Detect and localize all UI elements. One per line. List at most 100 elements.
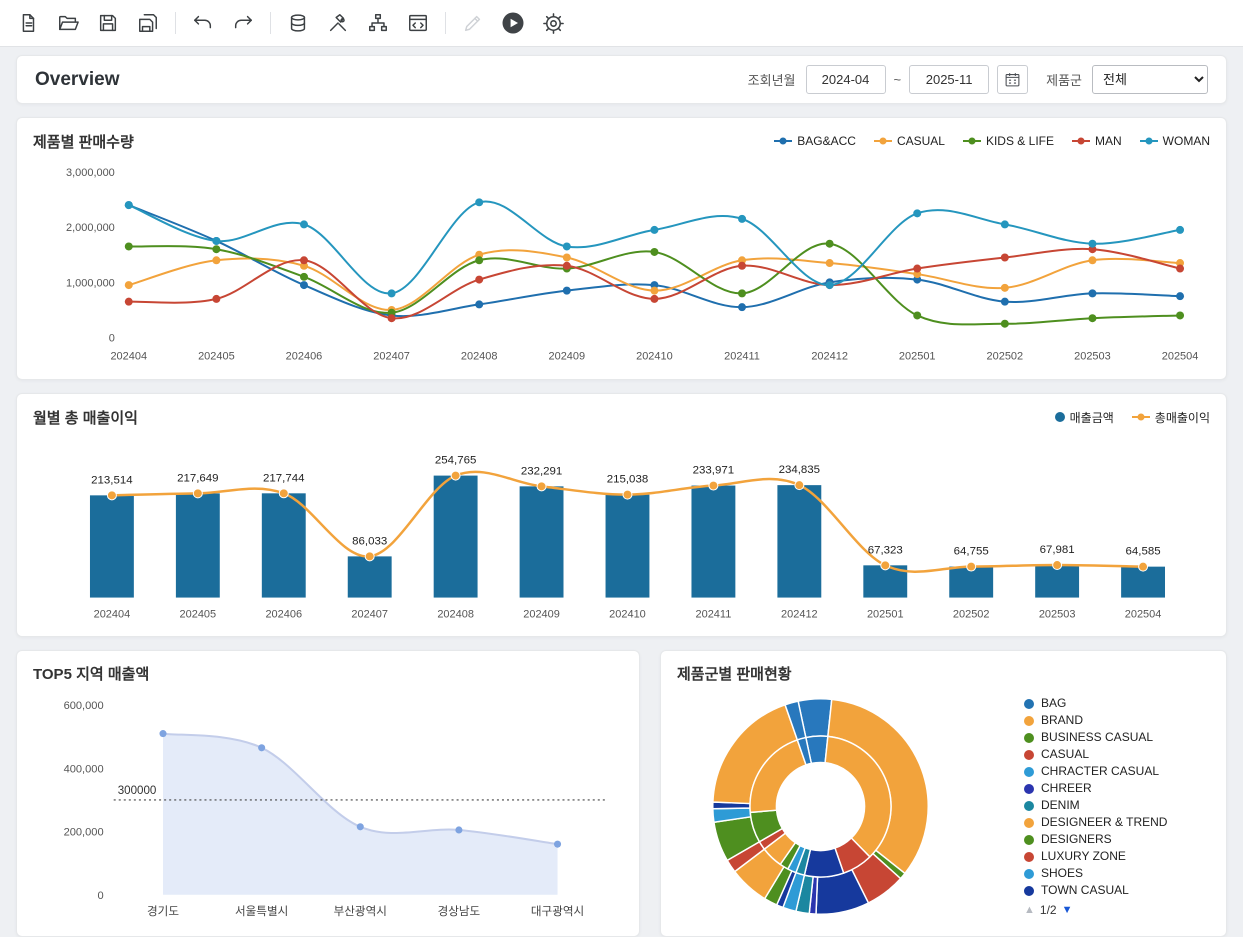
legend-item--[interactable]: 총매출이익 [1132, 409, 1210, 426]
toolbar [0, 0, 1243, 47]
legend-label: CHREER [1041, 781, 1092, 796]
donut-legend-item-chracter-casual[interactable]: CHRACTER CASUAL [1024, 763, 1204, 780]
legend-label: BUSINESS CASUAL [1041, 730, 1153, 745]
date-range-label: 조회년월 [748, 70, 796, 89]
legend-label: CASUAL [1041, 747, 1089, 762]
hierarchy-icon [367, 12, 389, 34]
date-from-input[interactable] [806, 65, 886, 94]
donut-legend-item-denim[interactable]: DENIM [1024, 797, 1204, 814]
svg-text:202502: 202502 [987, 350, 1024, 362]
save-copy-button[interactable] [130, 7, 166, 39]
legend-item--[interactable]: 매출금액 [1055, 409, 1114, 426]
legend-marker-icon [1024, 784, 1034, 794]
new-document-button[interactable] [10, 7, 46, 39]
svg-text:2,000,000: 2,000,000 [66, 222, 115, 234]
svg-text:0: 0 [109, 333, 115, 345]
legend-marker-icon [1140, 140, 1158, 142]
panel-title-top5-region: TOP5 지역 매출액 [33, 663, 149, 684]
new-document-icon [17, 12, 39, 34]
svg-text:202411: 202411 [696, 609, 732, 621]
database-button[interactable] [280, 7, 316, 39]
legend-marker-icon [1024, 699, 1034, 709]
gear-icon [542, 12, 565, 35]
toolbar-separator [270, 12, 271, 34]
donut-legend-item-bag[interactable]: BAG [1024, 695, 1204, 712]
legend-marker-icon [1055, 412, 1065, 422]
toolbar-separator [175, 12, 176, 34]
date-to-input[interactable] [909, 65, 989, 94]
legend-marker-icon [874, 140, 892, 142]
legend-marker-icon [1132, 416, 1150, 418]
legend-marker-icon [1024, 733, 1034, 743]
panel-sales-by-product: 제품별 판매수량 BAG&ACCCASUALKIDS & LIFEMANWOMA… [16, 117, 1227, 380]
donut-legend-item-chreer[interactable]: CHREER [1024, 780, 1204, 797]
donut-legend-item-designers[interactable]: DESIGNERS [1024, 831, 1204, 848]
svg-text:202501: 202501 [867, 609, 904, 621]
product-group-select[interactable]: 전체 [1092, 65, 1208, 94]
svg-text:0: 0 [97, 890, 103, 902]
legend-marker-icon [774, 140, 792, 142]
sales-by-product-line-chart[interactable]: 01,000,0002,000,0003,000,000202404202405… [33, 156, 1210, 367]
svg-text:202408: 202408 [461, 350, 498, 362]
legend-marker-icon [1024, 835, 1034, 845]
donut-legend-item-shoes[interactable]: SHOES [1024, 865, 1204, 882]
legend-marker-icon [1024, 801, 1034, 811]
svg-text:202409: 202409 [523, 609, 560, 621]
svg-text:202501: 202501 [899, 350, 936, 362]
legend-item-kids-life[interactable]: KIDS & LIFE [963, 134, 1054, 148]
panel-top5-region-sales: TOP5 지역 매출액 0200,000400,000600,000경기도서울특… [16, 650, 640, 937]
svg-text:202411: 202411 [724, 350, 760, 362]
tools-button[interactable] [320, 7, 356, 39]
page-up-icon[interactable]: ▲ [1024, 904, 1035, 916]
svg-text:202412: 202412 [811, 350, 848, 362]
donut-legend-item-luxury-zone[interactable]: LUXURY ZONE [1024, 848, 1204, 865]
hierarchy-button[interactable] [360, 7, 396, 39]
donut-legend-item-designeer-trend[interactable]: DESIGNEER & TREND [1024, 814, 1204, 831]
svg-text:400,000: 400,000 [64, 763, 104, 775]
legend-item-casual[interactable]: CASUAL [874, 134, 945, 148]
calendar-button[interactable] [997, 65, 1028, 94]
donut-legend-item-casual[interactable]: CASUAL [1024, 746, 1204, 763]
undo-button[interactable] [185, 7, 221, 39]
legend-marker-icon [1024, 818, 1034, 828]
donut-legend-item-brand[interactable]: BRAND [1024, 712, 1204, 729]
code-editor-button[interactable] [400, 7, 436, 39]
top5-region-area-chart[interactable]: 0200,000400,000600,000경기도서울특별시부산광역시경상남도대… [33, 689, 623, 923]
monthly-total-profit-combo-chart[interactable]: 213,514217,649217,74486,033254,765232,29… [33, 432, 1210, 624]
donut-legend-item-business-casual[interactable]: BUSINESS CASUAL [1024, 729, 1204, 746]
donut-legend-item-town-casual[interactable]: TOWN CASUAL [1024, 882, 1204, 899]
svg-text:600,000: 600,000 [64, 700, 104, 712]
svg-text:3,000,000: 3,000,000 [66, 167, 115, 179]
legend-marker-icon [1072, 140, 1090, 142]
save-button[interactable] [90, 7, 126, 39]
page-down-icon[interactable]: ▼ [1062, 904, 1073, 916]
code-editor-icon [407, 12, 429, 34]
svg-text:202409: 202409 [549, 350, 586, 362]
legend-item-bag-acc[interactable]: BAG&ACC [774, 134, 856, 148]
legend-item-man[interactable]: MAN [1072, 134, 1122, 148]
svg-text:232,291: 232,291 [521, 466, 562, 478]
svg-text:213,514: 213,514 [91, 475, 133, 487]
legend-label: DESIGNERS [1041, 832, 1112, 847]
legend-marker-icon [1024, 716, 1034, 726]
svg-text:202406: 202406 [286, 350, 323, 362]
legend-marker-icon [1024, 852, 1034, 862]
legend-item-woman[interactable]: WOMAN [1140, 134, 1210, 148]
svg-text:부산광역시: 부산광역시 [334, 905, 387, 918]
legend-label: BAG&ACC [797, 134, 856, 148]
svg-text:202408: 202408 [437, 609, 474, 621]
open-file-button[interactable] [50, 7, 86, 39]
svg-text:202503: 202503 [1074, 350, 1111, 362]
product-group-donut-chart[interactable] [703, 689, 938, 924]
svg-text:202407: 202407 [373, 350, 410, 362]
page-header: Overview 조회년월 ~ 제품군 전체 [16, 55, 1227, 104]
run-button[interactable] [495, 7, 531, 39]
run-play-icon [501, 11, 525, 35]
svg-text:202407: 202407 [351, 609, 388, 621]
settings-button[interactable] [535, 7, 571, 39]
edit-pencil-icon [462, 12, 484, 34]
panel-product-group-sales-status: 제품군별 판매현황 BAGBRANDBUSINESS CASUALCASUALC… [660, 650, 1227, 937]
legend-label: DESIGNEER & TREND [1041, 815, 1167, 830]
svg-text:202504: 202504 [1162, 350, 1199, 362]
redo-button[interactable] [225, 7, 261, 39]
